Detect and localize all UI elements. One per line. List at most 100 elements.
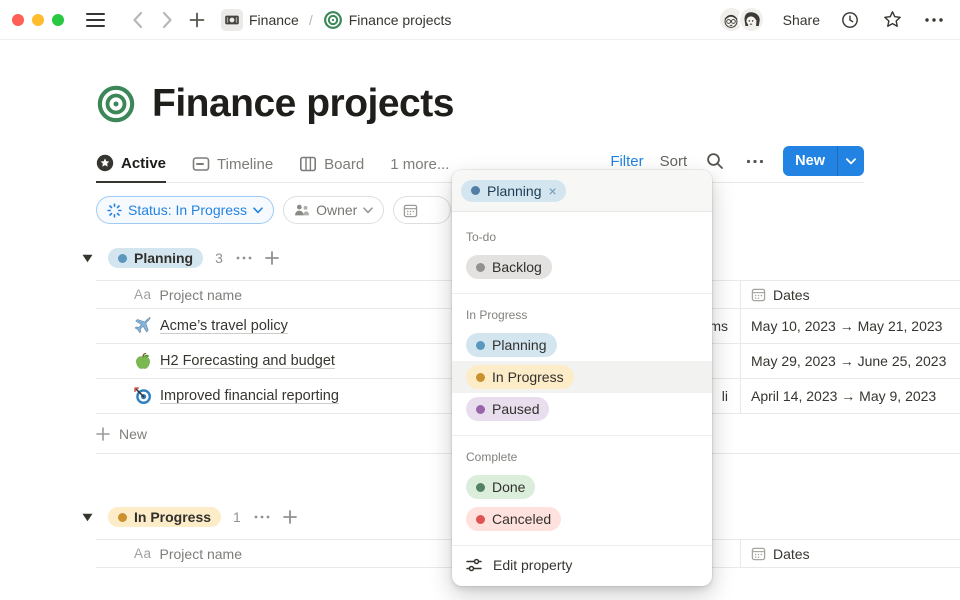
sort-button[interactable]: Sort bbox=[660, 153, 688, 170]
chevron-down-icon bbox=[846, 158, 856, 165]
text-type-icon: Aa bbox=[134, 546, 152, 561]
minimize-window-button[interactable] bbox=[32, 14, 44, 26]
group-add-button[interactable] bbox=[265, 251, 279, 265]
edit-property-label: Edit property bbox=[493, 557, 572, 573]
owner-filter-chip[interactable]: Owner bbox=[283, 196, 384, 224]
row-title[interactable]: H2 Forecasting and budget bbox=[160, 353, 335, 369]
group-add-button[interactable] bbox=[283, 510, 297, 524]
breadcrumb-item-finance[interactable]: Finance bbox=[249, 12, 299, 28]
search-icon bbox=[706, 152, 724, 170]
tab-more-views[interactable]: 1 more... bbox=[390, 154, 449, 183]
avatar[interactable] bbox=[738, 6, 765, 33]
dates-cell[interactable]: April 14, 2023 → May 9, 2023 bbox=[740, 379, 960, 413]
group-options-button[interactable] bbox=[254, 515, 270, 519]
row-title[interactable]: Acme’s travel policy bbox=[160, 318, 288, 334]
page-title: Finance projects bbox=[152, 82, 454, 126]
status-option-canceled[interactable]: Canceled bbox=[452, 503, 712, 535]
collaborator-avatars bbox=[718, 6, 765, 33]
column-header-dates[interactable]: Dates bbox=[740, 281, 960, 308]
breadcrumb-separator: / bbox=[309, 12, 313, 28]
status-filter-dropdown: Planning × To-do Backlog In Progress Pla… bbox=[452, 170, 712, 586]
new-button-label: New bbox=[783, 153, 837, 169]
group-tag-in-progress[interactable]: In Progress bbox=[108, 507, 221, 527]
column-label: Project name bbox=[160, 546, 242, 562]
section-to-do: To-do Backlog bbox=[452, 216, 712, 293]
new-page-button[interactable] bbox=[185, 8, 209, 32]
ellipsis-icon bbox=[924, 17, 944, 23]
timeline-icon bbox=[192, 155, 210, 173]
selected-status-chip[interactable]: Planning × bbox=[461, 180, 566, 202]
share-button[interactable]: Share bbox=[783, 12, 820, 28]
tab-label: Board bbox=[324, 156, 364, 173]
remove-chip-icon[interactable]: × bbox=[549, 184, 557, 198]
edit-property-button[interactable]: Edit property bbox=[452, 545, 712, 586]
column-label: Project name bbox=[160, 287, 242, 303]
dates-cell[interactable]: May 29, 2023 → June 25, 2023 bbox=[740, 344, 960, 378]
page-target-icon[interactable] bbox=[96, 84, 136, 124]
status-filter-label: Status: In Progress bbox=[128, 202, 247, 218]
status-option-label: Planning bbox=[492, 336, 547, 354]
people-icon bbox=[294, 203, 310, 217]
status-option-label: Backlog bbox=[492, 258, 542, 276]
group-label: Planning bbox=[134, 250, 193, 266]
status-dot bbox=[118, 254, 127, 263]
breadcrumb-item-finance-projects[interactable]: Finance projects bbox=[349, 12, 452, 28]
favorite-button[interactable] bbox=[880, 8, 904, 32]
status-filter-chip[interactable]: Status: In Progress bbox=[96, 196, 274, 224]
search-view-button[interactable] bbox=[703, 149, 727, 173]
status-dot bbox=[476, 483, 485, 492]
status-option-done[interactable]: Done bbox=[452, 471, 712, 503]
more-options-button[interactable] bbox=[922, 8, 946, 32]
selected-status-label: Planning bbox=[487, 183, 542, 199]
status-dot bbox=[476, 373, 485, 382]
group-count: 3 bbox=[215, 250, 223, 266]
status-option-label: Paused bbox=[492, 400, 539, 418]
status-options-list: To-do Backlog In Progress Planning In Pr… bbox=[452, 212, 712, 586]
owner-filter-label: Owner bbox=[316, 202, 357, 218]
status-option-paused[interactable]: Paused bbox=[452, 393, 712, 425]
forward-button[interactable] bbox=[155, 8, 179, 32]
column-label: Dates bbox=[773, 546, 810, 562]
sidebar-toggle-icon[interactable] bbox=[86, 13, 105, 27]
status-dot bbox=[476, 341, 485, 350]
status-dot bbox=[476, 405, 485, 414]
group-count: 1 bbox=[233, 509, 241, 525]
tab-active[interactable]: Active bbox=[96, 154, 166, 183]
tab-label: Active bbox=[121, 155, 166, 172]
view-options-button[interactable] bbox=[743, 149, 767, 173]
group-tag-planning[interactable]: Planning bbox=[108, 248, 203, 268]
zoom-window-button[interactable] bbox=[52, 14, 64, 26]
new-button-dropdown[interactable] bbox=[838, 158, 864, 165]
dart-target-emoji-icon bbox=[134, 387, 152, 405]
date-range: May 29, 2023 → June 25, 2023 bbox=[751, 353, 946, 369]
tab-board[interactable]: Board bbox=[299, 154, 364, 183]
board-icon bbox=[299, 155, 317, 173]
status-option-planning[interactable]: Planning bbox=[452, 329, 712, 361]
star-icon bbox=[882, 9, 903, 30]
green-apple-emoji-icon bbox=[134, 352, 152, 370]
filter-button[interactable]: Filter bbox=[610, 153, 643, 170]
status-option-backlog[interactable]: Backlog bbox=[452, 251, 712, 283]
section-complete: Complete Done Canceled bbox=[452, 436, 712, 545]
tab-timeline[interactable]: Timeline bbox=[192, 154, 273, 183]
row-title[interactable]: Improved financial reporting bbox=[160, 388, 339, 404]
dates-filter-chip[interactable] bbox=[393, 196, 451, 224]
new-record-button[interactable]: New bbox=[783, 146, 864, 176]
ellipsis-icon bbox=[746, 159, 764, 164]
updates-button[interactable] bbox=[838, 8, 862, 32]
sliders-icon bbox=[466, 558, 482, 572]
status-option-in-progress[interactable]: In Progress bbox=[452, 361, 712, 393]
back-button[interactable] bbox=[125, 8, 149, 32]
column-header-dates[interactable]: Dates bbox=[740, 540, 960, 567]
collapse-triangle-icon[interactable] bbox=[82, 254, 93, 263]
close-window-button[interactable] bbox=[12, 14, 24, 26]
status-burst-icon bbox=[107, 203, 122, 218]
group-options-button[interactable] bbox=[236, 256, 252, 260]
dates-cell[interactable]: May 10, 2023 → May 21, 2023 bbox=[740, 309, 960, 343]
status-dot bbox=[118, 513, 127, 522]
status-search-input[interactable]: Planning × bbox=[452, 170, 712, 212]
calendar-icon bbox=[751, 546, 766, 561]
collapse-triangle-icon[interactable] bbox=[82, 513, 93, 522]
section-title: To-do bbox=[452, 222, 712, 251]
finance-page-icon bbox=[221, 9, 243, 31]
